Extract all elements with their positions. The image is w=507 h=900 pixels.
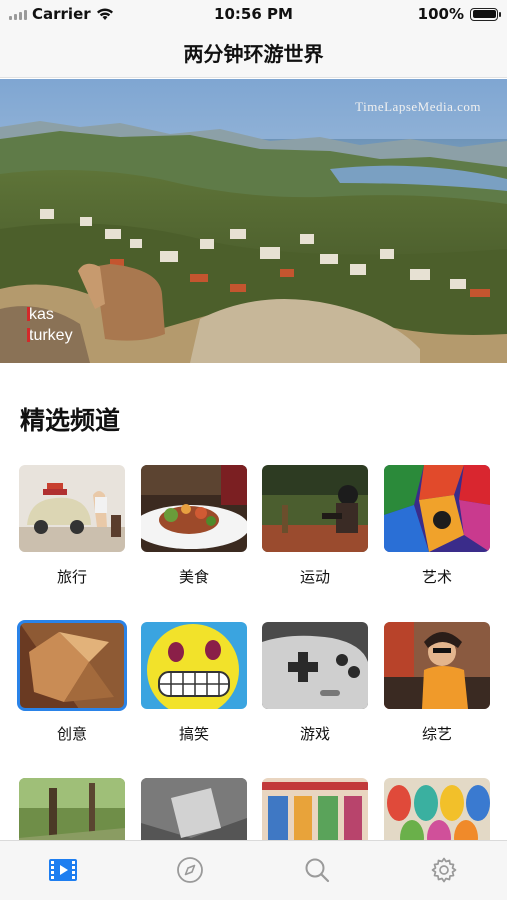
compass-icon [177,856,204,883]
channel-thumbnail [141,622,247,709]
location-country: turkey [29,327,73,344]
location-accent [27,307,30,321]
status-right: 100% [417,5,501,23]
channel-tile-food[interactable]: 美食 [141,465,247,587]
channel-label: 艺术 [421,568,452,586]
channel-label: 美食 [178,568,209,586]
hero-watermark: TimeLapseMedia.com [355,99,481,114]
page-title: 两分钟环游世界 [183,42,324,66]
tab-discover[interactable] [127,841,254,900]
channel-thumbnail [262,465,368,552]
channel-label: 综艺 [421,725,452,743]
signal-icon [9,8,27,20]
channel-label: 搞笑 [178,725,209,743]
gear-icon [431,857,456,882]
navigation-bar: 两分钟环游世界 [0,28,507,78]
battery-percent: 100% [417,5,464,23]
location-accent [27,328,30,342]
battery-icon [470,7,501,21]
channel-tile-art[interactable]: 艺术 [384,465,490,587]
channel-tile-creative[interactable]: 创意 [17,620,127,744]
hero-image [0,79,507,363]
tab-search[interactable] [254,841,381,900]
channel-thumbnail [262,622,368,709]
channel-tile-travel[interactable]: 旅行 [19,465,125,587]
channel-tile-games[interactable]: 游戏 [262,622,368,744]
hero-banner[interactable]: TimeLapseMedia.com kas turkey [0,79,507,363]
channel-label: 旅行 [56,568,87,586]
channel-tile-sports[interactable]: 运动 [262,465,368,587]
channel-thumbnail [384,465,490,552]
section-title: 精选频道 [20,406,121,435]
channel-label: 创意 [56,725,87,743]
status-left: Carrier [9,5,114,23]
hero-location: kas turkey [27,304,73,346]
location-place: kas [29,306,54,323]
channel-thumbnail-selected [17,620,127,711]
channel-thumbnail [384,622,490,709]
status-bar: Carrier 10:56 PM 100% [0,0,507,28]
carrier-label: Carrier [32,5,91,23]
tab-bar [0,840,507,900]
channel-thumbnail [19,465,125,552]
clock: 10:56 PM [214,5,293,23]
film-icon [49,858,78,881]
channel-label: 运动 [299,568,330,586]
tab-settings[interactable] [380,841,507,900]
wifi-icon [96,8,113,20]
channel-tile-variety[interactable]: 综艺 [384,622,490,744]
channel-thumbnail [141,465,247,552]
channel-tile-funny[interactable]: 搞笑 [141,622,247,744]
battery-fill [472,10,496,18]
search-icon [305,858,329,882]
channel-label: 游戏 [299,725,330,743]
tab-videos[interactable] [0,841,127,900]
